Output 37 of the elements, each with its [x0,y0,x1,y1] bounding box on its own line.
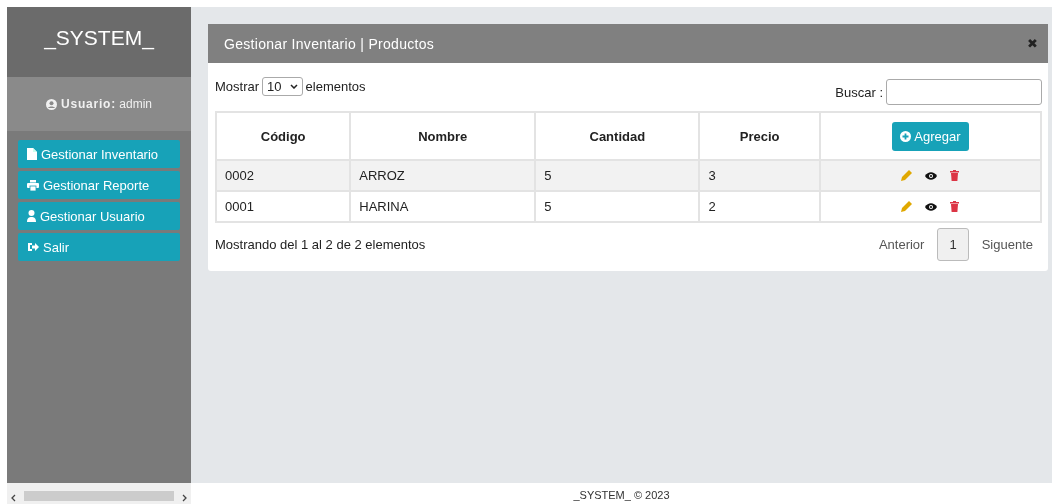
column-header[interactable]: Código [216,112,351,160]
table-cell: 0001 [216,191,351,222]
pagination-link[interactable]: Siguente [972,231,1042,258]
search-label: Buscar : [835,84,883,100]
show-label: Mostrar [215,79,260,94]
page-size-select[interactable]: 10 [262,77,303,96]
table-cell: 3 [699,160,820,191]
user-icon [27,210,36,222]
trash-icon[interactable] [950,170,960,181]
search-field[interactable] [886,79,1042,105]
table-cell: 5 [535,191,700,222]
plus-circle-icon [900,130,912,142]
user-circle-icon [45,98,57,110]
caret-icon [289,84,298,89]
scroll-right-icon[interactable] [182,494,188,502]
panel-title: Gestionar Inventario | Productos [224,35,435,52]
table-cell: 5 [535,160,700,191]
eye-icon[interactable] [925,202,938,211]
brand-title: _SYSTEM_ [7,7,191,77]
printer-icon [27,179,39,191]
trash-icon[interactable] [950,201,960,212]
footer-text: _SYSTEM_ © 2023 [572,488,671,503]
scroll-left-icon[interactable] [10,494,16,502]
scrollbar[interactable] [7,483,191,504]
table-cell: HARINA [350,191,536,222]
user-label: Usuario: admin [60,97,153,111]
close-button[interactable]: ✖ [1026,36,1038,51]
document-icon [27,148,37,160]
sign-out-icon [27,242,39,252]
eye-icon[interactable] [925,171,938,180]
table-cell: ARROZ [350,160,536,191]
table-cell: 2 [699,191,820,222]
pagination-link[interactable]: Anterior [869,231,934,258]
table-cell: 0002 [216,160,351,191]
entries-label: elementos [305,79,366,94]
page-button[interactable]: 1 [937,228,969,261]
table-info: Mostrando del 1 al 2 de 2 elementos [215,237,426,252]
